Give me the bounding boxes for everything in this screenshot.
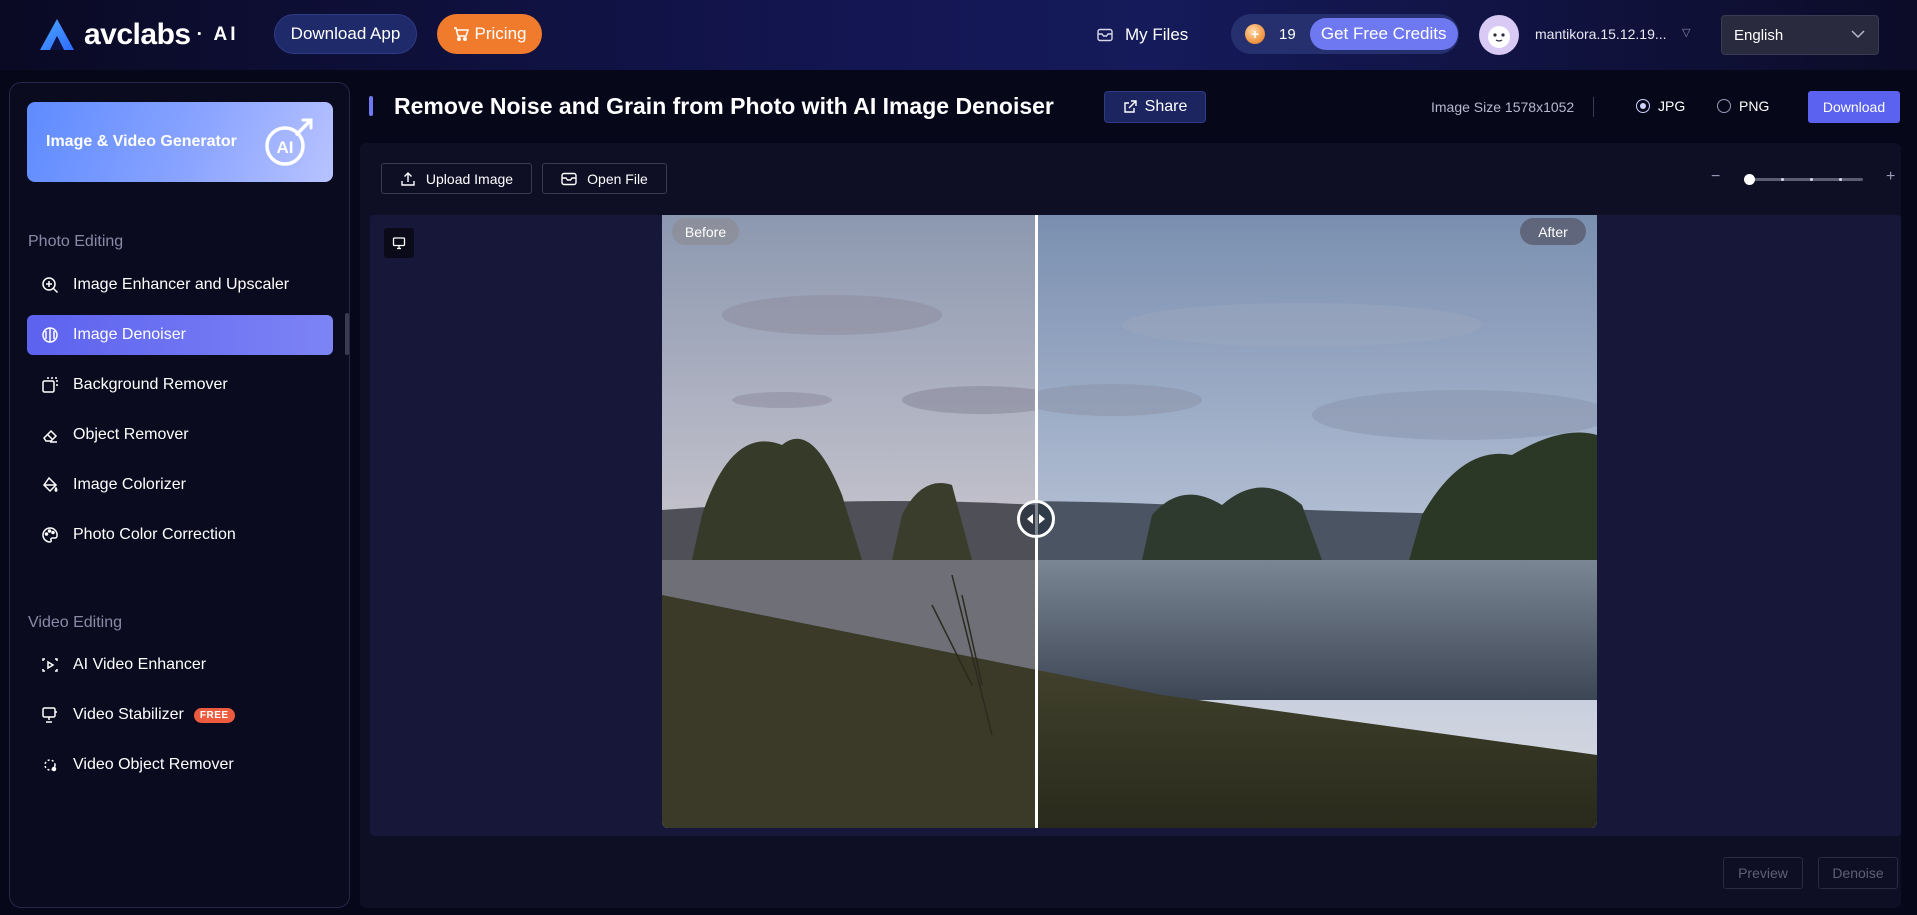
pricing-label: Pricing — [474, 24, 527, 43]
radio-unchecked-icon — [1717, 99, 1731, 113]
sidebar-item-label: Video Object Remover — [73, 756, 234, 773]
after-label: After — [1520, 218, 1586, 245]
language-select[interactable]: English — [1721, 15, 1879, 55]
upload-image-button[interactable]: Upload Image — [381, 163, 532, 194]
user-menu-chevron-icon[interactable]: ▽ — [1682, 26, 1690, 39]
sidebar-scrollbar[interactable] — [345, 313, 349, 355]
fit-screen-button[interactable] — [384, 228, 414, 258]
free-badge: FREE — [193, 707, 235, 723]
my-files-link[interactable]: My Files — [1097, 22, 1188, 48]
folder-open-icon — [561, 172, 577, 185]
sidebar-item-image-denoiser[interactable]: Image Denoiser — [27, 315, 333, 355]
palette-icon — [42, 527, 58, 543]
monitor-icon — [392, 237, 406, 250]
sidebar-item-label: Image Denoiser — [73, 326, 186, 343]
upload-image-label: Upload Image — [425, 170, 514, 187]
my-files-label: My Files — [1125, 25, 1189, 44]
top-bar: avclabs · AI Download App Pricing My Fil… — [0, 0, 1917, 70]
ai-magic-icon: AI — [265, 118, 313, 166]
sidebar-item-image-colorizer[interactable]: Image Colorizer — [27, 465, 333, 505]
sidebar-item-video-stabilizer[interactable]: Video Stabilizer FREE — [27, 695, 333, 735]
comparison-slider-handle[interactable] — [1017, 500, 1055, 538]
logo-suffix: · AI — [196, 24, 239, 45]
arrows-left-right-icon — [1027, 514, 1045, 524]
sidebar-item-label: Video Stabilizer — [73, 706, 184, 723]
sidebar-item-label: Image Colorizer — [73, 476, 186, 493]
sidebar-item-object-remover[interactable]: Object Remover — [27, 415, 333, 455]
sidebar-item-label: Image Enhancer and Upscaler — [73, 276, 290, 293]
sidebar-item-label: Photo Color Correction — [73, 526, 236, 543]
video-editing-section-title: Video Editing — [28, 614, 122, 631]
zoom-in-icon[interactable]: + — [1886, 168, 1895, 186]
eraser-icon — [43, 429, 58, 443]
credit-coin-icon: + — [1245, 24, 1265, 44]
share-button[interactable]: Share — [1104, 91, 1206, 123]
zoom-out-icon[interactable]: − — [1711, 168, 1720, 186]
denoise-button[interactable]: Denoise — [1818, 857, 1898, 889]
chevron-down-icon — [1851, 30, 1865, 39]
open-file-label: Open File — [587, 170, 648, 187]
stabilizer-icon — [42, 707, 57, 723]
sidebar-item-label: Object Remover — [73, 426, 189, 443]
zoom-tick — [1810, 178, 1813, 181]
photo-editing-section-title: Photo Editing — [28, 233, 124, 250]
before-label: Before — [672, 218, 739, 245]
image-size-readout: Image Size 1578x1052 — [1431, 99, 1575, 115]
sidebar-item-background-remover[interactable]: Background Remover — [27, 365, 333, 405]
credit-count: 19 — [1279, 25, 1296, 43]
format-jpg-label: JPG — [1658, 98, 1686, 114]
upload-icon — [401, 171, 415, 186]
credits-widget: + 19 Get Free Credits — [1231, 14, 1459, 54]
video-object-remove-icon — [44, 759, 57, 772]
download-app-button[interactable]: Download App — [274, 14, 417, 54]
sidebar: Image & Video Generator AI Photo Editing… — [9, 82, 350, 908]
radio-checked-icon — [1636, 99, 1650, 113]
video-enhance-icon — [42, 658, 58, 672]
sidebar-item-label: AI Video Enhancer — [73, 656, 207, 673]
logo-mark-icon — [40, 19, 74, 50]
background-remove-icon — [42, 377, 58, 393]
zoom-slider[interactable] — [1745, 178, 1863, 181]
sidebar-item-image-enhancer[interactable]: Image Enhancer and Upscaler — [27, 265, 333, 305]
image-video-generator-card[interactable]: Image & Video Generator AI — [27, 102, 333, 182]
page-title: Remove Noise and Grain from Photo with A… — [394, 93, 1054, 119]
preview-button[interactable]: Preview — [1723, 857, 1803, 889]
sidebar-item-photo-color-correction[interactable]: Photo Color Correction — [27, 515, 333, 555]
download-button[interactable]: Download — [1808, 91, 1900, 123]
magnify-plus-icon — [42, 277, 59, 294]
get-free-credits-button[interactable]: Get Free Credits — [1309, 18, 1458, 50]
share-icon — [1123, 100, 1137, 113]
format-png-label: PNG — [1739, 98, 1770, 114]
logo-text: avclabs — [84, 18, 191, 51]
paint-bucket-icon — [43, 476, 58, 493]
avatar[interactable] — [1479, 15, 1519, 55]
sidebar-item-ai-video-enhancer[interactable]: AI Video Enhancer — [27, 645, 333, 685]
format-jpg-radio[interactable]: JPG — [1636, 98, 1685, 114]
sidebar-item-video-object-remover[interactable]: Video Object Remover — [27, 745, 333, 785]
language-value: English — [1734, 26, 1784, 44]
title-accent-bar — [369, 96, 373, 116]
cart-icon — [453, 27, 469, 41]
folder-icon — [1097, 28, 1113, 42]
avatar-face-icon — [1488, 26, 1510, 48]
open-file-button[interactable]: Open File — [542, 163, 667, 194]
zoom-tick — [1839, 178, 1842, 181]
logo[interactable]: avclabs · AI — [38, 16, 239, 54]
pricing-button[interactable]: Pricing — [437, 14, 542, 54]
share-label: Share — [1144, 98, 1188, 115]
comparison-photo — [662, 215, 1597, 828]
format-png-radio[interactable]: PNG — [1717, 98, 1769, 114]
denoise-icon — [42, 327, 58, 343]
generator-label: Image & Video Generator — [46, 133, 237, 150]
zoom-slider-handle[interactable] — [1743, 174, 1755, 185]
zoom-tick — [1781, 178, 1784, 181]
sidebar-item-label: Background Remover — [73, 376, 228, 393]
username[interactable]: mantikora.15.12.19... — [1535, 26, 1667, 42]
svg-text:AI: AI — [277, 138, 294, 157]
header-divider — [1593, 97, 1594, 117]
